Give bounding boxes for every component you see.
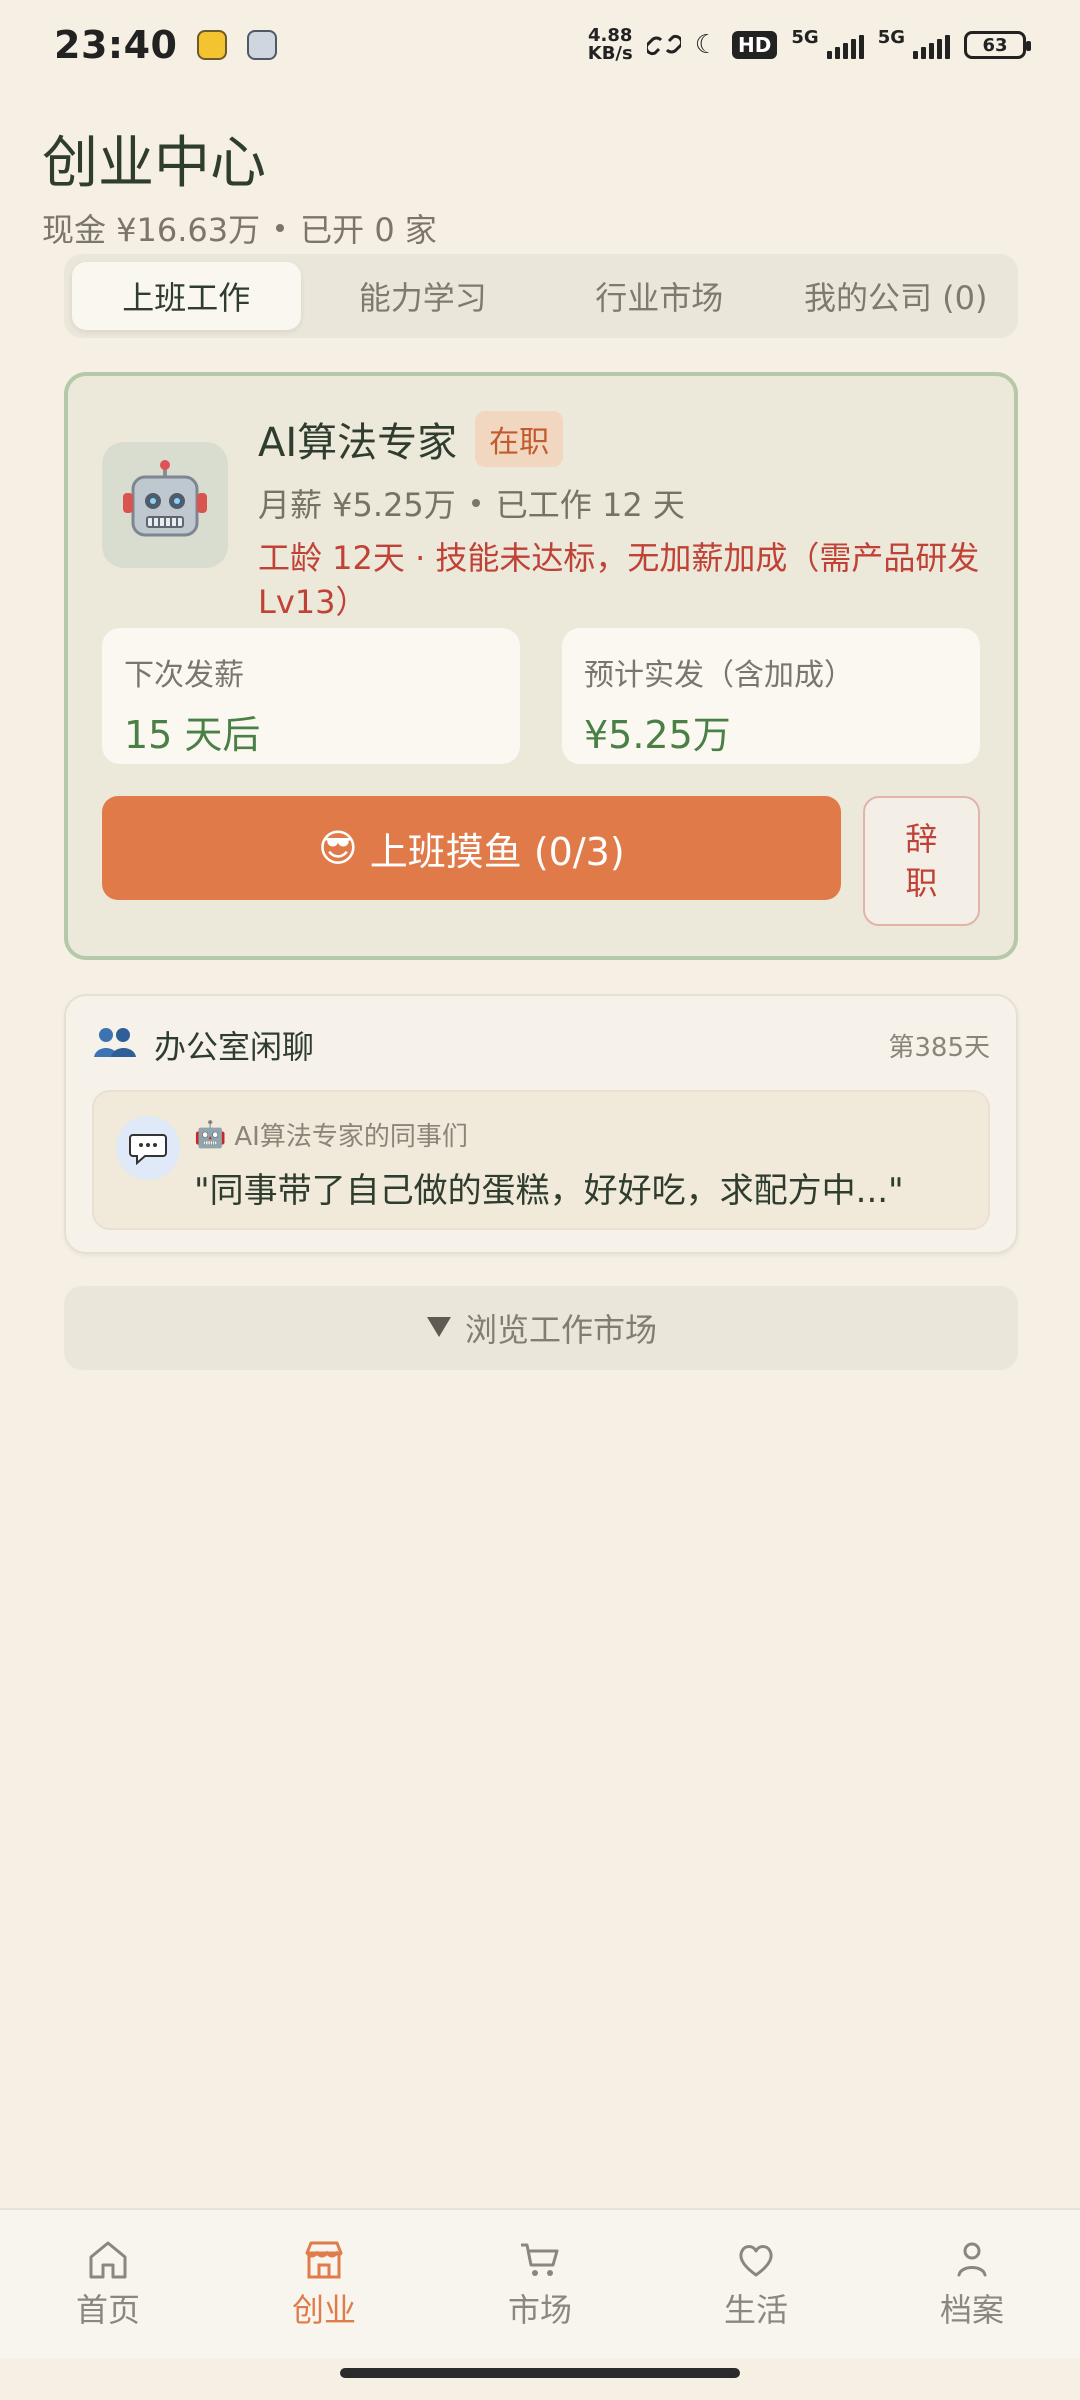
tab-learning[interactable]: 能力学习 [309,262,538,330]
page-title: 创业中心 [42,131,266,196]
chat-message: "同事带了自己做的蛋糕，好好吃，求配方中..." [194,1171,904,1211]
nav-home-label: 首页 [75,2291,140,2329]
speech-bubble-icon [116,1116,180,1180]
robot-small-icon: 🤖 [194,1119,227,1150]
office-chat-card: 办公室闲聊 第385天 🤖 AI算法专家的同事们 "同事带了自己做的蛋糕，好好吃… [64,994,1018,1254]
moon-icon: ☾ [694,30,719,60]
browse-job-market-label: 浏览工作市场 [464,1311,657,1349]
chat-message-bubble: 🤖 AI算法专家的同事们 "同事带了自己做的蛋糕，好好吃，求配方中..." [92,1090,990,1230]
bottom-navigation: 首页 创业 市场 生活 档案 [0,2208,1080,2358]
slack-off-button[interactable]: 😎 上班摸鱼 (0/3) [102,796,841,900]
home-indicator[interactable] [340,2368,740,2378]
nav-life-label: 生活 [723,2291,788,2329]
next-pay-value: 15 天后 [124,713,261,757]
expected-pay-label: 预计实发（含加成） [584,658,854,693]
resign-button-label-line2: 职 [905,864,938,902]
expected-pay-value: ¥5.25万 [584,713,731,757]
nav-market[interactable]: 市场 [450,2237,630,2331]
user-icon [957,2242,987,2277]
job-avatar [102,442,228,568]
payment-info-row: 下次发薪 15 天后 预计实发（含加成） ¥5.25万 [102,628,980,764]
nav-profile[interactable]: 档案 [882,2237,1062,2331]
monthly-salary: 月薪 ¥5.25万 [258,486,456,524]
job-title: AI算法专家 [258,420,458,466]
nav-startup[interactable]: 创业 [234,2237,414,2331]
notification-app-icon [197,30,228,60]
network-label-1: 5G [791,26,819,48]
cart-icon [521,2243,559,2276]
browse-job-market-button[interactable]: 浏览工作市场 [64,1286,1018,1370]
nav-startup-label: 创业 [291,2291,356,2329]
resign-button-label-line1: 辞 [905,820,938,858]
chat-header: 办公室闲聊 第385天 [92,1022,990,1068]
notification-tool-icon [247,30,278,60]
job-actions: 😎 上班摸鱼 (0/3) 辞 职 [102,796,980,926]
days-worked: 已工作 12 天 [495,486,685,524]
job-card: AI算法专家 在职 月薪 ¥5.25万 已工作 12 天 工龄 12天 · 技能… [64,372,1018,960]
salary-warning: 工龄 12天 · 技能未达标，无加薪加成（需产品研发Lv13） [258,539,980,621]
tab-work[interactable]: 上班工作 [72,262,301,330]
main-tabs: 上班工作 能力学习 行业市场 我的公司 (0) [64,254,1018,338]
store-icon [305,2241,343,2279]
chat-header-left: 办公室闲聊 [92,1022,314,1068]
cash-balance: 现金 ¥16.63万 [42,211,261,249]
battery-level: 63 [982,34,1008,56]
signal-strength-1-icon [826,31,864,59]
battery-icon: 63 [964,31,1031,59]
chat-day: 第385天 [888,1032,990,1063]
home-icon [89,2241,127,2279]
status-time: 23:40 [54,23,178,67]
chat-title: 办公室闲聊 [154,1028,315,1066]
chat-sender: 🤖 AI算法专家的同事们 [194,1116,962,1153]
sunglasses-icon: 😎 [318,826,358,870]
next-pay-box: 下次发薪 15 天后 [102,628,520,764]
opened-companies: 已开 0 家 [300,211,437,249]
robot-icon [123,460,207,537]
status-right: 4.88 KB/s ☾ HD 5G 5G 63 [588,26,1031,64]
nav-life[interactable]: 生活 [666,2237,846,2331]
status-left: 23:40 [54,23,278,67]
resign-button[interactable]: 辞 职 [862,796,980,926]
status-bar: 23:40 4.88 KB/s ☾ HD 5G 5G 63 [0,0,1080,90]
nav-profile-label: 档案 [939,2291,1004,2329]
people-icon [92,1025,138,1065]
network-speed: 4.88 KB/s [588,27,633,63]
chat-sender-label: AI算法专家的同事们 [234,1122,468,1152]
employment-status-badge: 在职 [475,411,564,467]
job-main-info: AI算法专家 在职 月薪 ¥5.25万 已工作 12 天 工龄 12天 · 技能… [258,410,980,624]
header: 创业中心 现金 ¥16.63万 已开 0 家 [42,118,437,251]
nav-home[interactable]: 首页 [18,2237,198,2331]
tab-industry-market[interactable]: 行业市场 [545,262,774,330]
network-label-2: 5G [877,26,905,48]
job-title-row: AI算法专家 在职 [258,410,980,468]
link-icon [646,31,681,59]
tab-my-company[interactable]: 我的公司 (0) [782,262,1011,330]
triangle-down-icon [425,1309,453,1347]
job-meta: 月薪 ¥5.25万 已工作 12 天 [258,480,980,526]
nav-market-label: 市场 [507,2291,572,2329]
heart-icon [739,2245,773,2277]
slack-off-button-label: 上班摸鱼 (0/3) [369,829,625,874]
signal-strength-2-icon [913,31,950,59]
hd-badge: HD [732,31,778,59]
next-pay-label: 下次发薪 [124,658,244,693]
header-summary: 现金 ¥16.63万 已开 0 家 [42,205,437,251]
separator-dot [471,499,480,507]
expected-pay-box: 预计实发（含加成） ¥5.25万 [562,628,980,764]
network-speed-unit: KB/s [587,43,633,64]
separator-dot [276,224,285,232]
